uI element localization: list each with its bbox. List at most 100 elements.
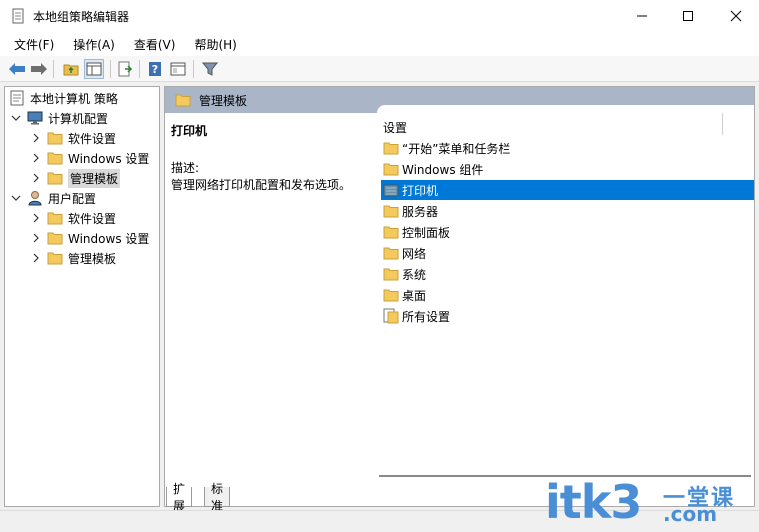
policy-document-icon — [9, 90, 25, 106]
description-title: 打印机 — [171, 124, 208, 138]
folder-icon — [175, 94, 191, 107]
toolbar-separator — [193, 60, 194, 78]
folder-icon — [383, 161, 399, 177]
list-item-label: 所有设置 — [402, 309, 451, 324]
folder-icon — [47, 150, 63, 166]
console-tree: 本地计算机 策略 计算机配置 软件设置 Windows 设置 管理模板 用户配置… — [4, 86, 160, 507]
list-item[interactable]: 桌面 — [381, 285, 754, 305]
show-hide-tree-icon — [86, 62, 102, 76]
tab-standard[interactable]: 标准 — [204, 482, 231, 513]
list-item[interactable]: 系统 — [381, 264, 754, 284]
back-arrow-icon — [9, 63, 25, 75]
tree-item-computer-admin-templates[interactable]: 管理模板 — [29, 168, 121, 188]
folder-icon — [383, 245, 399, 261]
tree-label: 用户配置 — [48, 191, 97, 206]
toolbar: ? — [0, 56, 759, 82]
title-bar[interactable]: 本地组策略编辑器 — [0, 0, 759, 32]
description-text: 管理网络打印机配置和发布选项。 — [171, 178, 352, 192]
menu-view[interactable]: 查看(V) — [128, 36, 182, 53]
tree-label: 软件设置 — [68, 131, 117, 146]
list-item-label: 网络 — [402, 246, 427, 261]
list-item[interactable]: 网络 — [381, 243, 754, 263]
folder-icon — [47, 170, 63, 186]
tree-item-computer-software-settings[interactable]: 软件设置 — [29, 128, 116, 148]
tree-item-local-policy[interactable]: 本地计算机 策略 — [9, 88, 118, 108]
list-item-label: 系统 — [402, 267, 427, 282]
menu-action[interactable]: 操作(A) — [67, 36, 121, 53]
list-item-label: “开始”菜单和任务栏 — [402, 141, 511, 156]
tree-item-computer-windows-settings[interactable]: Windows 设置 — [29, 148, 149, 168]
menu-help[interactable]: 帮助(H) — [188, 36, 242, 53]
column-header-setting[interactable]: 设置 — [383, 119, 407, 136]
list-item-label: 服务器 — [402, 204, 439, 219]
toolbar-separator — [139, 60, 140, 78]
list-item-label: 桌面 — [402, 288, 427, 303]
chevron-right-icon[interactable] — [29, 171, 43, 185]
watermark-domain: .com — [663, 502, 718, 526]
list-item[interactable]: 服务器 — [381, 201, 754, 221]
chevron-right-icon[interactable] — [29, 151, 43, 165]
folder-icon — [47, 250, 63, 266]
list-item[interactable]: “开始”菜单和任务栏 — [381, 138, 754, 158]
extended-view-button[interactable] — [168, 59, 188, 79]
window-title: 本地组策略编辑器 — [33, 10, 130, 24]
forward-button[interactable] — [29, 59, 49, 79]
chevron-right-icon[interactable] — [29, 211, 43, 225]
list-item-selected[interactable]: 打印机 — [381, 180, 754, 200]
settings-list: 设置 “开始”菜单和任务栏 Windows 组件 打印机 服务器 控制面板 网络… — [377, 105, 754, 489]
tree-label: Windows 设置 — [68, 231, 150, 246]
svg-text:?: ? — [152, 63, 158, 76]
up-folder-icon — [63, 64, 79, 76]
list-item[interactable]: 所有设置 — [381, 306, 754, 326]
up-one-level-button[interactable] — [61, 59, 81, 79]
watermark-brand: itk3 — [545, 475, 642, 529]
chevron-right-icon[interactable] — [29, 231, 43, 245]
folder-icon — [47, 130, 63, 146]
maximize-button[interactable] — [665, 0, 711, 32]
list-item-label: 打印机 — [402, 183, 439, 198]
close-icon — [730, 10, 742, 22]
user-icon — [27, 190, 43, 206]
details-header-title: 管理模板 — [199, 93, 248, 108]
tree-label: 软件设置 — [68, 211, 117, 226]
tree-item-user-software-settings[interactable]: 软件设置 — [29, 208, 116, 228]
chevron-down-icon[interactable] — [9, 191, 23, 205]
menu-file[interactable]: 文件(F) — [8, 36, 60, 53]
tree-item-user-admin-templates[interactable]: 管理模板 — [29, 248, 116, 268]
site-watermark-logo: itk3 一堂课 .com — [545, 478, 745, 526]
tree-label: 本地计算机 策略 — [30, 91, 118, 106]
list-item-label: 控制面板 — [402, 225, 451, 240]
gpedit-app-icon — [10, 8, 26, 24]
extended-view-icon — [170, 62, 186, 76]
tree-item-user-config[interactable]: 用户配置 — [9, 188, 96, 208]
column-divider[interactable] — [722, 113, 723, 135]
export-list-button[interactable] — [115, 59, 135, 79]
list-item[interactable]: Windows 组件 — [381, 159, 754, 179]
maximize-icon — [683, 11, 693, 21]
close-button[interactable] — [713, 0, 759, 32]
chevron-right-icon[interactable] — [29, 131, 43, 145]
menu-bar: 文件(F) 操作(A) 查看(V) 帮助(H) — [0, 32, 759, 56]
tree-label: 计算机配置 — [48, 111, 109, 126]
toolbar-separator — [53, 60, 54, 78]
tree-item-user-windows-settings[interactable]: Windows 设置 — [29, 228, 149, 248]
filter-button[interactable] — [200, 59, 220, 79]
chevron-right-icon[interactable] — [29, 251, 43, 265]
printer-folder-icon — [383, 182, 399, 198]
folder-icon — [383, 266, 399, 282]
gpedit-window: 本地组策略编辑器 文件(F) 操作(A) 查看(V) 帮助(H) ? 本地计算机… — [0, 0, 759, 532]
back-button[interactable] — [7, 59, 27, 79]
description-label: 描述: — [171, 161, 200, 175]
minimize-button[interactable] — [619, 0, 665, 32]
toolbar-separator — [110, 60, 111, 78]
folder-icon — [47, 230, 63, 246]
tab-extended[interactable]: 扩展 — [166, 482, 193, 513]
help-button[interactable]: ? — [145, 59, 165, 79]
tree-label: 管理模板 — [68, 168, 121, 188]
list-item[interactable]: 控制面板 — [381, 222, 754, 242]
chevron-down-icon[interactable] — [9, 111, 23, 125]
tree-label: Windows 设置 — [68, 151, 150, 166]
tree-item-computer-config[interactable]: 计算机配置 — [9, 108, 108, 128]
computer-icon — [27, 110, 43, 126]
show-hide-tree-button[interactable] — [84, 59, 104, 79]
